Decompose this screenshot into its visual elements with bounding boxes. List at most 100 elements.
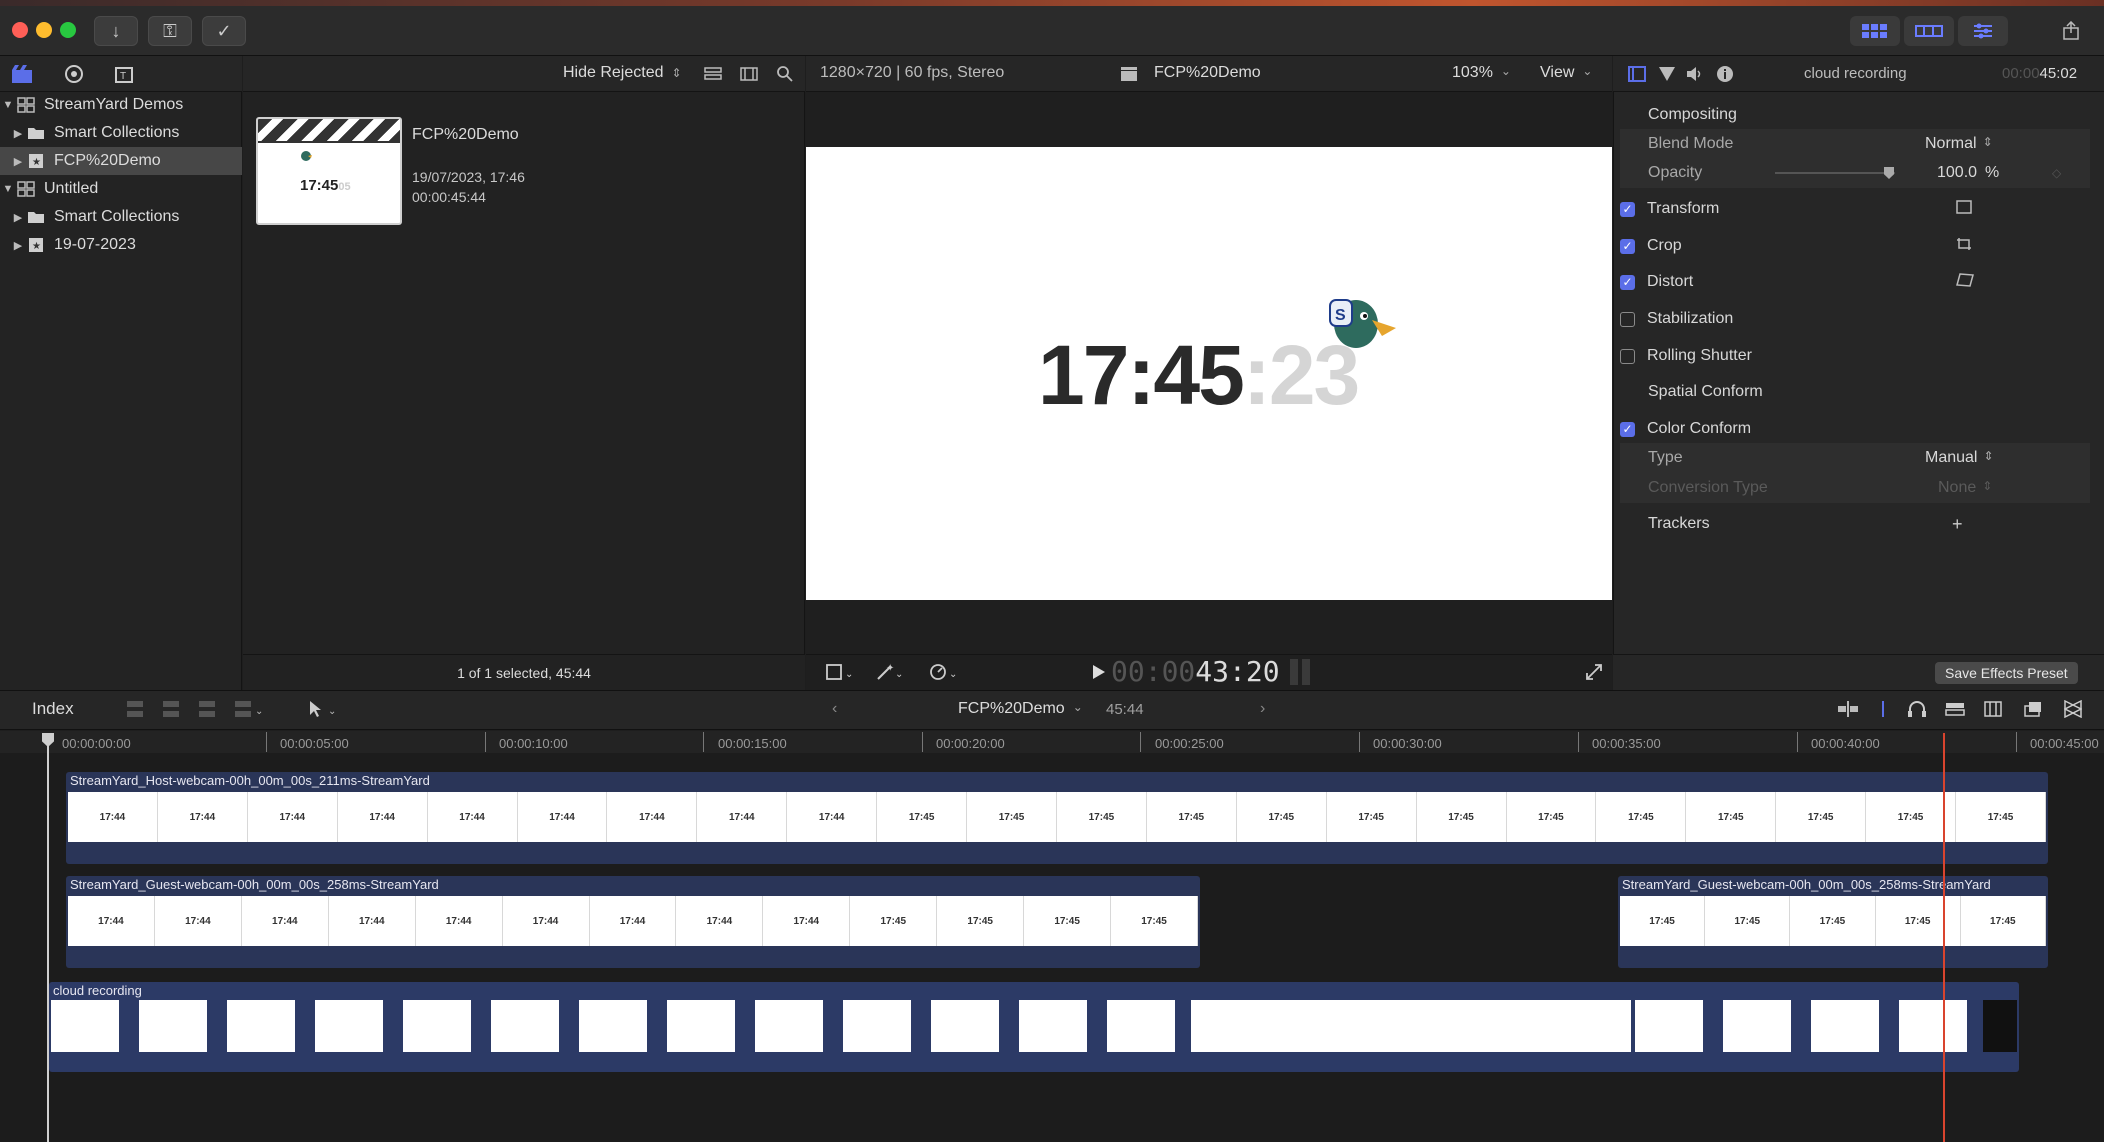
add-tracker-button[interactable]: + <box>1952 514 1963 535</box>
disclosure-collapsed-icon[interactable]: ▶ <box>10 211 26 224</box>
inspector-toggle-button[interactable] <box>1958 16 2008 46</box>
timeline-toggle-button[interactable] <box>1904 16 1954 46</box>
crop-onscreen-icon[interactable] <box>1956 237 1972 256</box>
viewer-timecode[interactable]: 00:0043:20 <box>1111 655 1280 688</box>
zoom-dropdown[interactable]: 103% ⌄ <box>1452 64 1511 82</box>
ruler-label: 00:00:05:00 <box>280 736 349 751</box>
distort-checkbox[interactable]: ✓ <box>1620 274 1635 290</box>
conversion-type-label: Conversion Type <box>1648 479 1768 496</box>
transform-section[interactable]: ✓ Transform <box>1620 194 2090 224</box>
crop-section[interactable]: ✓ Crop <box>1620 231 2090 261</box>
insert-clip-icon[interactable] <box>160 697 182 721</box>
index-button[interactable]: Index <box>32 699 74 719</box>
sidebar-item-streamyard-demos[interactable]: ▼ StreamYard Demos <box>0 91 242 119</box>
headphones-icon[interactable] <box>1906 697 1928 721</box>
rolling-shutter-checkbox[interactable] <box>1620 348 1635 364</box>
import-button[interactable]: ↓ <box>94 16 138 46</box>
share-button[interactable] <box>2046 16 2096 46</box>
filmstrip-view-icon[interactable] <box>738 62 760 86</box>
transform-checkbox[interactable]: ✓ <box>1620 201 1635 217</box>
filmstrip-frame: 17:44 <box>763 896 851 946</box>
connect-clip-icon[interactable] <box>124 697 146 721</box>
color-conform-section[interactable]: ✓ Color Conform <box>1620 414 2090 444</box>
solo-icon[interactable] <box>1944 697 1966 721</box>
transform-onscreen-icon[interactable] <box>1956 199 1972 219</box>
save-effects-preset-label: Save Effects Preset <box>1945 665 2068 681</box>
ruler-label: 00:00:30:00 <box>1373 736 1442 751</box>
play-button[interactable] <box>1090 662 1108 682</box>
minimize-window-button[interactable] <box>36 22 52 38</box>
photos-audio-icon[interactable] <box>60 62 88 86</box>
info-inspector-tab[interactable] <box>1714 62 1736 86</box>
append-clip-icon[interactable] <box>196 697 218 721</box>
background-tasks-button[interactable]: ✓ <box>202 16 246 46</box>
clip-appearance-icon[interactable] <box>702 62 724 86</box>
filmstrip-frame: 17:44 <box>68 896 155 946</box>
view-menu[interactable]: View ⌄ <box>1540 64 1592 82</box>
conversion-type-dropdown[interactable]: None ⇕ <box>1938 479 1992 497</box>
libraries-icon[interactable] <box>8 62 36 86</box>
select-tool-button[interactable]: ⌄ <box>304 697 340 721</box>
viewer-canvas[interactable]: 17:45:23 S <box>806 147 1612 600</box>
retime-button[interactable]: ⌄ <box>924 660 964 684</box>
overwrite-clip-icon[interactable]: ⌄ <box>232 697 266 721</box>
transform-tool-button[interactable]: ⌄ <box>820 660 860 684</box>
disclosure-expanded-icon[interactable]: ▼ <box>0 183 16 195</box>
snapping-icon[interactable] <box>1982 697 2004 721</box>
history-forward-button[interactable]: › <box>1260 700 1265 718</box>
fullscreen-button[interactable] <box>1584 662 1604 682</box>
rolling-shutter-section[interactable]: Rolling Shutter <box>1620 341 2090 371</box>
disclosure-expanded-icon[interactable]: ▼ <box>0 99 16 111</box>
distort-onscreen-icon[interactable] <box>1956 272 1974 292</box>
history-back-button[interactable]: ‹ <box>832 700 837 718</box>
audio-inspector-tab[interactable] <box>1684 62 1706 86</box>
sidebar-item-fcp-demo[interactable]: ▶ ★ FCP%20Demo <box>0 147 242 175</box>
guest-webcam-clip-b[interactable]: StreamYard_Guest-webcam-00h_00m_00s_258m… <box>1618 876 2048 968</box>
keywords-button[interactable]: ⚿ <box>148 16 192 46</box>
compositing-header: Compositing <box>1620 100 2090 130</box>
zoom-window-button[interactable] <box>60 22 76 38</box>
sidebar-item-19-07-2023[interactable]: ▶ ★ 19-07-2023 <box>0 231 242 259</box>
video-inspector-tab[interactable] <box>1626 62 1648 86</box>
skimming-icon[interactable] <box>1836 697 1860 721</box>
disclosure-collapsed-icon[interactable]: ▶ <box>10 127 26 140</box>
keyframe-diamond-icon[interactable]: ◇ <box>2052 166 2061 180</box>
search-icon[interactable] <box>774 62 796 86</box>
color-conform-checkbox[interactable]: ✓ <box>1620 421 1635 437</box>
guest-webcam-clip-a[interactable]: StreamYard_Guest-webcam-00h_00m_00s_258m… <box>66 876 1200 968</box>
cloud-recording-clip[interactable]: cloud recording <box>49 982 2019 1072</box>
timeline-project-dropdown[interactable]: FCP%20Demo ⌄ <box>958 700 1083 718</box>
sidebar-item-smart-collections-2[interactable]: ▶ Smart Collections <box>0 203 242 231</box>
distort-section[interactable]: ✓ Distort <box>1620 267 2090 297</box>
sidebar-item-untitled[interactable]: ▼ Untitled <box>0 175 242 203</box>
blend-mode-dropdown[interactable]: Normal ⇕ <box>1925 135 1993 153</box>
enhance-wand-button[interactable]: ✦ ⌄ <box>870 660 910 684</box>
opacity-value[interactable]: 100.0 <box>1937 164 1977 182</box>
opacity-slider-handle[interactable] <box>1884 167 1894 179</box>
spatial-conform-section[interactable]: Spatial Conform <box>1620 377 2090 407</box>
ruler-label: 00:00:25:00 <box>1155 736 1224 751</box>
browser-clip-thumbnail[interactable]: 17:4505 <box>256 117 402 225</box>
opacity-slider[interactable] <box>1775 172 1895 174</box>
sidebar-item-smart-collections[interactable]: ▶ Smart Collections <box>0 119 242 147</box>
color-inspector-tab[interactable] <box>1656 62 1678 86</box>
titles-generators-icon[interactable]: T <box>110 62 138 86</box>
guest-a-filmstrip: 17:44 17:44 17:44 17:44 17:44 17:44 17:44 17:44… <box>68 896 1198 946</box>
effects-browser-icon[interactable] <box>2062 697 2084 721</box>
disclosure-collapsed-icon[interactable]: ▶ <box>10 239 26 252</box>
timeline-toggle-icon <box>1915 25 1943 37</box>
clapper-stripes <box>258 119 400 143</box>
browser-toggle-button[interactable] <box>1850 16 1900 46</box>
save-effects-preset-button[interactable]: Save Effects Preset <box>1935 662 2078 684</box>
clip-appearance-tl-icon[interactable] <box>2020 697 2046 721</box>
hide-rejected-dropdown[interactable]: Hide Rejected ⇕ <box>563 64 682 82</box>
type-dropdown[interactable]: Manual ⇕ <box>1925 449 1994 467</box>
stabilization-checkbox[interactable] <box>1620 311 1635 327</box>
disclosure-collapsed-icon[interactable]: ▶ <box>10 155 26 168</box>
stabilization-section[interactable]: Stabilization <box>1620 304 2090 334</box>
chevron-down-icon: ⌄ <box>1582 64 1593 78</box>
audio-skimming-icon[interactable] <box>1876 697 1890 721</box>
crop-checkbox[interactable]: ✓ <box>1620 238 1635 254</box>
close-window-button[interactable] <box>12 22 28 38</box>
host-webcam-clip[interactable]: StreamYard_Host-webcam-00h_00m_00s_211ms… <box>66 772 2048 864</box>
